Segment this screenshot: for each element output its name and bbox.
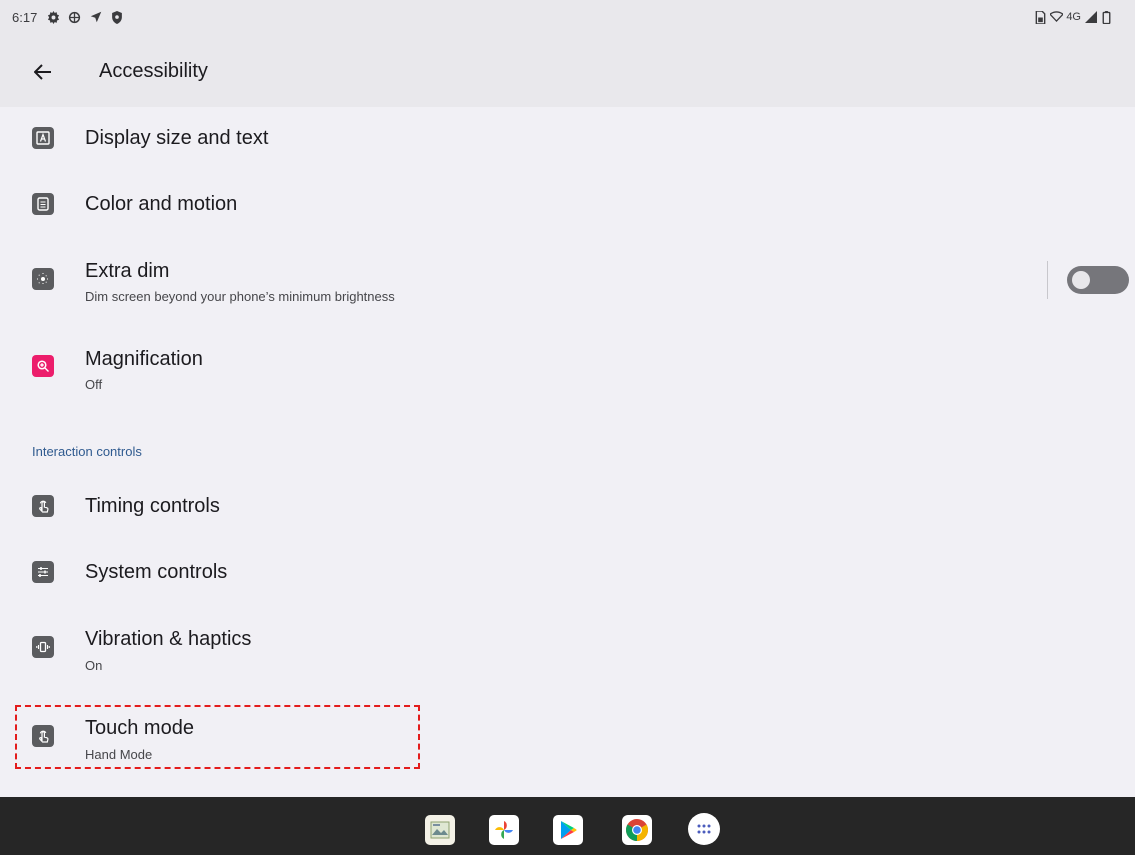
status-right: 4G [1034,9,1113,25]
item-extra-dim[interactable]: Extra dim Dim screen beyond your phone’s… [0,242,1135,318]
item-subtitle: Off [85,377,103,392]
extra-dim-icon [32,268,54,290]
toggle-knob [1072,271,1090,289]
page-title: Accessibility [99,60,208,82]
settings-gear-icon [47,10,60,24]
status-left: 6:17 [12,9,123,25]
timing-icon [32,495,54,517]
color-motion-icon [32,193,54,215]
cell-signal-icon [1084,11,1097,24]
app-bar: Accessibility [0,35,1135,107]
item-system-controls[interactable]: System controls [0,541,1135,603]
back-arrow-icon [34,64,51,80]
item-display-size-and-text[interactable]: Display size and text [0,107,1135,169]
item-title: Color and motion [85,193,238,215]
item-title: System controls [85,561,228,583]
wifi-icon [1050,11,1064,24]
item-subtitle: Dim screen beyond your phone’s minimum b… [85,289,395,304]
item-title: Magnification [85,348,203,370]
network-type: 4G [1066,11,1081,23]
item-timing-controls[interactable]: Timing controls [0,475,1135,537]
photos-app-icon[interactable] [489,815,519,845]
item-title: Display size and text [85,127,269,149]
vibration-icon [32,636,54,658]
item-vibration-and-haptics[interactable]: Vibration & haptics On [0,610,1135,686]
shield-icon [110,10,123,24]
item-color-and-motion[interactable]: Color and motion [0,173,1135,235]
display-size-icon [32,127,54,149]
magnification-icon [32,355,54,377]
extra-dim-toggle[interactable] [1067,266,1129,294]
sim-card-icon [1034,10,1047,24]
chrome-app-icon[interactable] [622,815,652,845]
toggle-divider [1047,261,1048,299]
item-title: Vibration & haptics [85,628,252,650]
gallery-app-icon[interactable] [425,815,455,845]
status-time: 6:17 [12,9,38,25]
settings-list: Display size and text Color and motion E… [0,107,1135,797]
item-title: Timing controls [85,495,220,517]
app-drawer-icon[interactable] [688,813,720,845]
item-magnification[interactable]: Magnification Off [0,329,1135,405]
section-header-interaction-controls: Interaction controls [32,444,142,459]
play-store-app-icon[interactable] [553,815,583,845]
back-button[interactable] [28,57,58,87]
accessibility-service-icon [68,11,81,24]
taskbar-dock [0,797,1135,855]
location-arrow-icon [89,11,102,24]
highlight-annotation-box [15,705,420,769]
battery-icon [1100,10,1113,24]
system-controls-icon [32,561,54,583]
item-subtitle: On [85,658,103,673]
status-bar: 6:17 4G [0,0,1135,35]
item-title: Extra dim [85,260,170,282]
